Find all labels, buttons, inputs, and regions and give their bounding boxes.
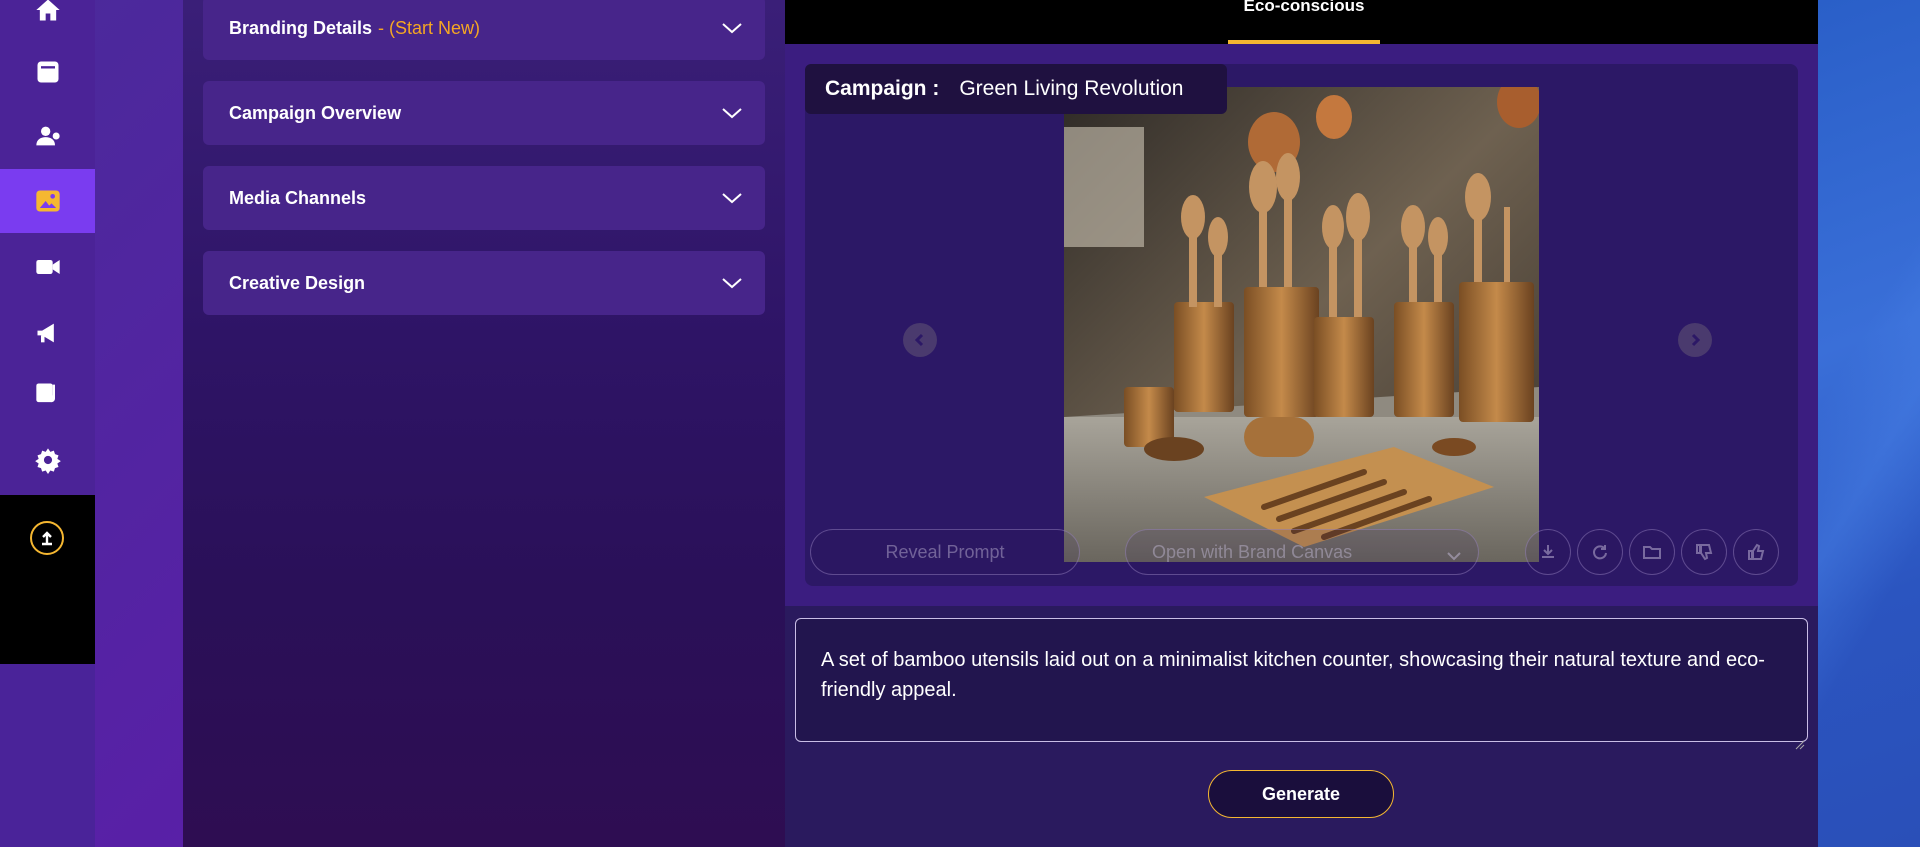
reveal-prompt-label: Reveal Prompt [885, 541, 1005, 562]
campaign-key: Campaign : [825, 77, 940, 100]
chevron-down-icon [1446, 546, 1462, 567]
folder-icon [1643, 546, 1661, 559]
accordion-label: Campaign Overview [229, 102, 402, 123]
megaphone-icon [37, 323, 54, 343]
gear-icon [34, 448, 61, 474]
previous-image-button[interactable] [903, 323, 937, 357]
generate-label: Generate [1261, 783, 1341, 804]
folder-button[interactable] [1629, 529, 1675, 575]
sidebar-item-audio[interactable] [0, 362, 95, 426]
chevron-right-icon [1691, 333, 1701, 347]
prompt-textarea[interactable]: A set of bamboo utensils laid out on a m… [795, 618, 1808, 750]
resize-grip-icon[interactable] [1795, 729, 1805, 750]
open-with-label: Open with Brand Canvas [1152, 541, 1353, 562]
thumbs-down-icon [1696, 544, 1713, 561]
campaign-label: Campaign : Green Living Revolution [805, 64, 1227, 114]
refresh-button[interactable] [1577, 529, 1623, 575]
music-note-icon [35, 383, 55, 403]
sidebar-item-home[interactable] [0, 0, 95, 42]
upload-button[interactable] [30, 521, 64, 555]
accordion-branding-details[interactable]: Branding Details - (Start New) [203, 0, 765, 60]
tab-label: Eco-conscious [1243, 0, 1365, 15]
accordion-sub-label: - (Start New) [378, 17, 481, 38]
sidebar-item-campaigns[interactable] [0, 301, 95, 365]
sidebar-item-users[interactable] [0, 104, 95, 168]
bamboo-utensils-image [1064, 87, 1539, 562]
chevron-down-icon [721, 190, 743, 206]
video-icon [35, 260, 60, 274]
chevron-down-icon [721, 275, 743, 291]
prompt-text: A set of bamboo utensils laid out on a m… [821, 649, 1765, 701]
accordion-label: Creative Design [229, 272, 366, 293]
thumbs-up-icon [1748, 543, 1765, 560]
download-button[interactable] [1525, 529, 1571, 575]
accordion-label: Branding Details [229, 17, 373, 38]
generated-image [1064, 87, 1539, 562]
accordion-campaign-overview[interactable]: Campaign Overview [203, 81, 765, 145]
campaign-name: Green Living Revolution [959, 77, 1184, 100]
generate-button[interactable]: Generate [1208, 770, 1394, 818]
archive-icon [37, 61, 58, 83]
tab-eco-conscious[interactable]: Eco-conscious [1228, 0, 1380, 44]
upload-icon [42, 531, 52, 546]
reveal-prompt-button[interactable]: Reveal Prompt [810, 529, 1080, 575]
chevron-left-icon [914, 333, 924, 347]
refresh-icon [1593, 545, 1607, 560]
user-gear-icon [35, 126, 60, 146]
accordion-creative-design[interactable]: Creative Design [203, 251, 765, 315]
sidebar-item-images[interactable] [0, 169, 95, 233]
sidebar-item-archive[interactable] [0, 40, 95, 104]
chevron-down-icon [721, 105, 743, 121]
next-image-button[interactable] [1678, 323, 1712, 357]
accordion-label: Media Channels [229, 187, 367, 208]
home-icon [35, 0, 60, 21]
sidebar-item-settings[interactable] [0, 428, 95, 492]
chevron-down-icon [721, 20, 743, 36]
sidebar-item-video[interactable] [0, 235, 95, 299]
background-right-band [1818, 0, 1920, 847]
thumbs-down-button[interactable] [1681, 529, 1727, 575]
download-icon [1542, 545, 1554, 558]
thumbs-up-button[interactable] [1733, 529, 1779, 575]
accordion-media-channels[interactable]: Media Channels [203, 166, 765, 230]
image-icon [35, 190, 60, 212]
open-with-select[interactable]: Open with Brand Canvas [1125, 529, 1479, 575]
